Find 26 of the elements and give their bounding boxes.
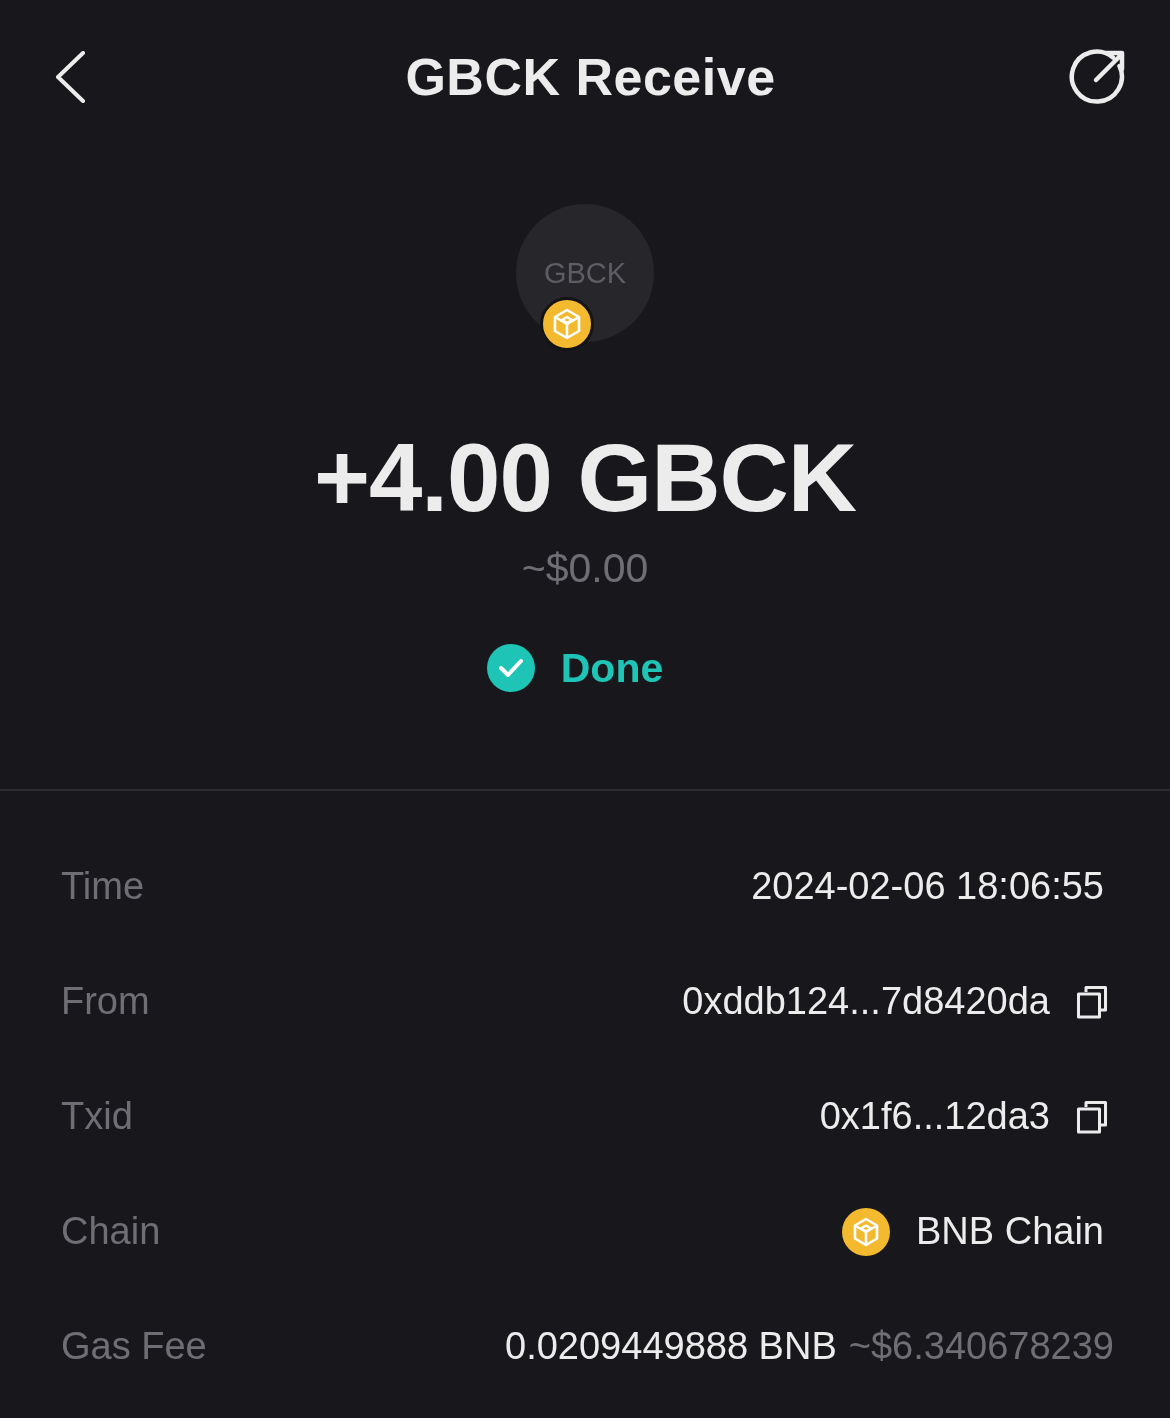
amount-fiat-value: ~$0.00	[521, 544, 649, 593]
back-button[interactable]	[54, 51, 86, 103]
fee-fiat-value: ~$6.340678239	[848, 1325, 1114, 1368]
status-label: Done	[560, 644, 664, 692]
cube-logo-icon	[842, 1207, 890, 1256]
copy-button[interactable]	[1076, 984, 1108, 1019]
detail-value: 2024-02-06 18:06:55	[751, 865, 1104, 908]
detail-label: Time	[61, 865, 145, 908]
amount-value: +4.00 GBCK	[313, 423, 857, 533]
share-button[interactable]	[1069, 48, 1127, 106]
detail-value: 0.0209449888 BNB	[505, 1325, 837, 1368]
detail-value: 0x1f6...12da3	[819, 1095, 1050, 1138]
detail-label: From	[61, 980, 150, 1023]
copy-icon	[1076, 1099, 1108, 1134]
detail-value: 0xddb124...7d8420da	[682, 980, 1050, 1023]
back-icon	[54, 51, 86, 103]
check-circle-icon	[486, 644, 535, 692]
page-title: GBCK Receive	[405, 47, 776, 107]
detail-label: Gas Fee	[61, 1325, 207, 1368]
detail-label: Chain	[61, 1210, 161, 1253]
copy-icon	[1076, 984, 1108, 1019]
detail-label: Txid	[61, 1095, 133, 1138]
detail-value: BNB Chain	[916, 1210, 1104, 1253]
copy-button[interactable]	[1076, 1099, 1108, 1134]
cube-badge-icon	[540, 297, 594, 351]
share-icon	[1069, 48, 1127, 106]
